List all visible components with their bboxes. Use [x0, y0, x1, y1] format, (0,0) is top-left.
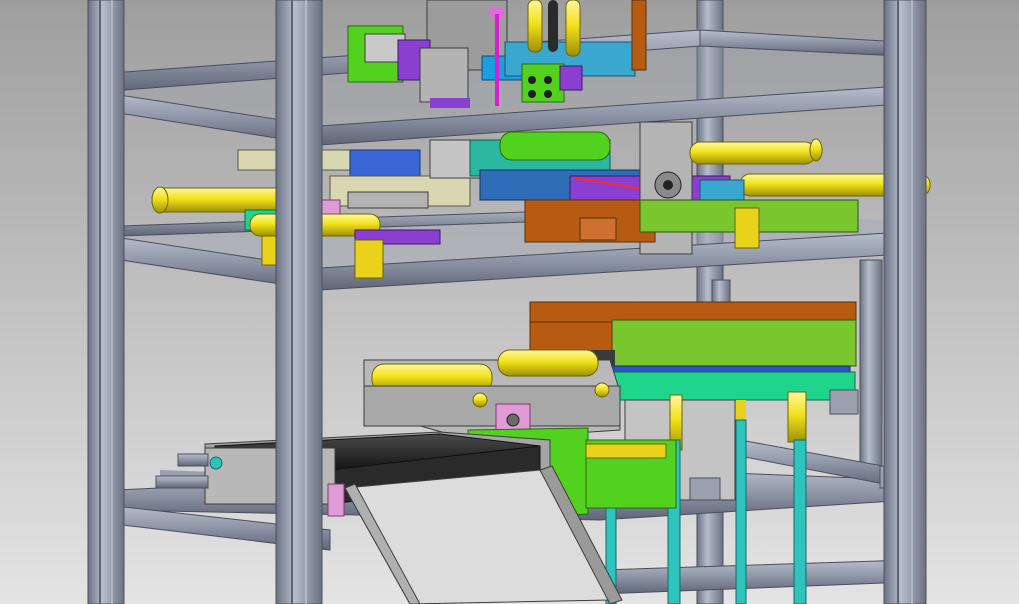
- roller-carriage: [363, 349, 621, 441]
- assembly-render: [0, 0, 1019, 604]
- cad-viewport[interactable]: [0, 0, 1019, 604]
